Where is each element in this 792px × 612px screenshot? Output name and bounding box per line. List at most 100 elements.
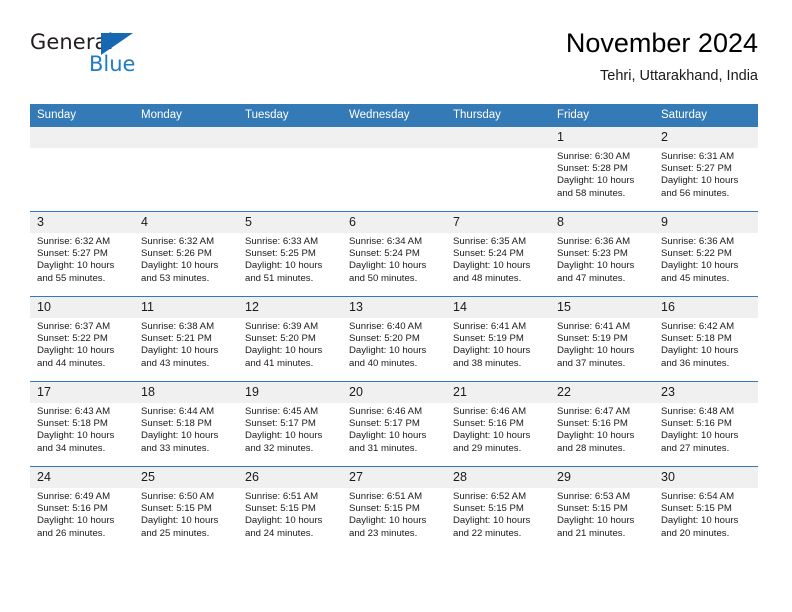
sunrise-text: Sunrise: 6:48 AM bbox=[661, 406, 735, 417]
weekday-header-sunday: Sunday bbox=[30, 104, 134, 127]
day-details: Sunrise: 6:36 AM Sunset: 5:23 PM Daylight:… bbox=[550, 233, 654, 285]
day-details: Sunrise: 6:40 AM Sunset: 5:20 PM Daylight:… bbox=[342, 318, 446, 370]
calendar-day-cell[interactable]: 16 Sunrise: 6:42 AM Sunset: 5:18 PM Dayligh… bbox=[654, 296, 758, 382]
day-number: 13 bbox=[342, 297, 446, 318]
calendar-day-cell[interactable]: 1 Sunrise: 6:30 AM Sunset: 5:28 PM Daylight… bbox=[550, 127, 654, 212]
sunrise-text: Sunrise: 6:41 AM bbox=[453, 321, 527, 332]
calendar-day-cell[interactable]: 21 Sunrise: 6:46 AM Sunset: 5:16 PM Dayligh… bbox=[446, 381, 550, 467]
calendar-day-cell[interactable]: 10 Sunrise: 6:37 AM Sunset: 5:22 PM Dayligh… bbox=[30, 296, 134, 382]
day-details: Sunrise: 6:39 AM Sunset: 5:20 PM Daylight:… bbox=[238, 318, 342, 370]
sunset-text: Sunset: 5:15 PM bbox=[141, 503, 212, 515]
day-number: 20 bbox=[342, 382, 446, 403]
day-details: Sunrise: 6:46 AM Sunset: 5:17 PM Daylight:… bbox=[342, 403, 446, 455]
sunset-text: Sunset: 5:15 PM bbox=[557, 503, 628, 515]
day-number: 6 bbox=[342, 212, 446, 233]
day-number: 15 bbox=[550, 297, 654, 318]
daylight-text: Daylight: 10 hours and 37 minutes. bbox=[557, 345, 635, 369]
day-details: Sunrise: 6:35 AM Sunset: 5:24 PM Daylight:… bbox=[446, 233, 550, 285]
calendar-week-row: 10 Sunrise: 6:37 AM Sunset: 5:22 PM Dayligh… bbox=[30, 296, 758, 382]
sunset-text: Sunset: 5:18 PM bbox=[661, 333, 732, 345]
calendar-day-cell[interactable]: 18 Sunrise: 6:44 AM Sunset: 5:18 PM Dayligh… bbox=[134, 381, 238, 467]
sunrise-text: Sunrise: 6:36 AM bbox=[661, 236, 735, 247]
day-details: Sunrise: 6:36 AM Sunset: 5:22 PM Daylight:… bbox=[654, 233, 758, 285]
day-number: 8 bbox=[550, 212, 654, 233]
day-details: Sunrise: 6:38 AM Sunset: 5:21 PM Daylight:… bbox=[134, 318, 238, 370]
sunrise-text: Sunrise: 6:46 AM bbox=[453, 406, 527, 417]
daylight-text: Daylight: 10 hours and 23 minutes. bbox=[349, 515, 427, 539]
day-number bbox=[30, 127, 134, 148]
day-number: 9 bbox=[654, 212, 758, 233]
calendar-day-cell[interactable]: 8 Sunrise: 6:36 AM Sunset: 5:23 PM Daylight… bbox=[550, 211, 654, 297]
calendar-day-cell[interactable]: 15 Sunrise: 6:41 AM Sunset: 5:19 PM Dayligh… bbox=[550, 296, 654, 382]
daylight-text: Daylight: 10 hours and 24 minutes. bbox=[245, 515, 323, 539]
sunset-text: Sunset: 5:15 PM bbox=[349, 503, 420, 515]
sunrise-text: Sunrise: 6:53 AM bbox=[557, 491, 631, 502]
calendar-day-cell[interactable]: 30 Sunrise: 6:54 AM Sunset: 5:15 PM Dayligh… bbox=[654, 466, 758, 551]
calendar-day-cell[interactable]: 27 Sunrise: 6:51 AM Sunset: 5:15 PM Dayligh… bbox=[342, 466, 446, 551]
sunrise-text: Sunrise: 6:50 AM bbox=[141, 491, 215, 502]
daylight-text: Daylight: 10 hours and 29 minutes. bbox=[453, 430, 531, 454]
day-details: Sunrise: 6:53 AM Sunset: 5:15 PM Daylight:… bbox=[550, 488, 654, 540]
sunset-text: Sunset: 5:23 PM bbox=[557, 248, 628, 260]
sunrise-text: Sunrise: 6:39 AM bbox=[245, 321, 319, 332]
calendar-week-row: 1 Sunrise: 6:30 AM Sunset: 5:28 PM Daylight… bbox=[30, 127, 758, 212]
calendar-body: 1 Sunrise: 6:30 AM Sunset: 5:28 PM Daylight… bbox=[30, 127, 758, 551]
day-details: Sunrise: 6:45 AM Sunset: 5:17 PM Daylight:… bbox=[238, 403, 342, 455]
day-details: Sunrise: 6:32 AM Sunset: 5:27 PM Daylight:… bbox=[30, 233, 134, 285]
calendar-day-cell[interactable]: 20 Sunrise: 6:46 AM Sunset: 5:17 PM Dayligh… bbox=[342, 381, 446, 467]
day-number: 21 bbox=[446, 382, 550, 403]
calendar-day-cell[interactable]: 25 Sunrise: 6:50 AM Sunset: 5:15 PM Dayligh… bbox=[134, 466, 238, 551]
sunrise-text: Sunrise: 6:49 AM bbox=[37, 491, 111, 502]
calendar-header-row: Sunday Monday Tuesday Wednesday Thursday… bbox=[30, 104, 758, 127]
daylight-text: Daylight: 10 hours and 32 minutes. bbox=[245, 430, 323, 454]
day-details: Sunrise: 6:41 AM Sunset: 5:19 PM Daylight:… bbox=[446, 318, 550, 370]
sunset-text: Sunset: 5:24 PM bbox=[453, 248, 524, 260]
calendar-day-cell[interactable]: 2 Sunrise: 6:31 AM Sunset: 5:27 PM Daylight… bbox=[654, 127, 758, 212]
calendar-day-cell[interactable]: 23 Sunrise: 6:48 AM Sunset: 5:16 PM Dayligh… bbox=[654, 381, 758, 467]
sunrise-text: Sunrise: 6:46 AM bbox=[349, 406, 423, 417]
sunset-text: Sunset: 5:16 PM bbox=[661, 418, 732, 430]
calendar-page: General Blue November 2024 Tehri, Uttara… bbox=[0, 0, 792, 612]
calendar-day-cell[interactable]: 13 Sunrise: 6:40 AM Sunset: 5:20 PM Dayligh… bbox=[342, 296, 446, 382]
calendar-day-cell[interactable]: 4 Sunrise: 6:32 AM Sunset: 5:26 PM Daylight… bbox=[134, 211, 238, 297]
day-number: 23 bbox=[654, 382, 758, 403]
calendar-week-row: 3 Sunrise: 6:32 AM Sunset: 5:27 PM Daylight… bbox=[30, 211, 758, 297]
sunrise-text: Sunrise: 6:35 AM bbox=[453, 236, 527, 247]
day-details: Sunrise: 6:31 AM Sunset: 5:27 PM Daylight:… bbox=[654, 148, 758, 200]
sunset-text: Sunset: 5:20 PM bbox=[349, 333, 420, 345]
daylight-text: Daylight: 10 hours and 33 minutes. bbox=[141, 430, 219, 454]
daylight-text: Daylight: 10 hours and 51 minutes. bbox=[245, 260, 323, 284]
calendar-day-cell[interactable]: 19 Sunrise: 6:45 AM Sunset: 5:17 PM Dayligh… bbox=[238, 381, 342, 467]
calendar-day-cell[interactable]: 28 Sunrise: 6:52 AM Sunset: 5:15 PM Dayligh… bbox=[446, 466, 550, 551]
page-title: November 2024 bbox=[565, 28, 758, 58]
calendar-day-cell[interactable]: 7 Sunrise: 6:35 AM Sunset: 5:24 PM Daylight… bbox=[446, 211, 550, 297]
day-details: Sunrise: 6:42 AM Sunset: 5:18 PM Daylight:… bbox=[654, 318, 758, 370]
calendar-day-cell[interactable]: 12 Sunrise: 6:39 AM Sunset: 5:20 PM Dayligh… bbox=[238, 296, 342, 382]
calendar-day-cell[interactable]: 5 Sunrise: 6:33 AM Sunset: 5:25 PM Daylight… bbox=[238, 211, 342, 297]
general-blue-logo[interactable]: General Blue bbox=[30, 30, 140, 82]
calendar-day-cell[interactable]: 24 Sunrise: 6:49 AM Sunset: 5:16 PM Dayligh… bbox=[30, 466, 134, 551]
daylight-text: Daylight: 10 hours and 25 minutes. bbox=[141, 515, 219, 539]
day-number: 19 bbox=[238, 382, 342, 403]
sunset-text: Sunset: 5:17 PM bbox=[245, 418, 316, 430]
calendar-day-cell[interactable]: 22 Sunrise: 6:47 AM Sunset: 5:16 PM Dayligh… bbox=[550, 381, 654, 467]
daylight-text: Daylight: 10 hours and 34 minutes. bbox=[37, 430, 115, 454]
sunrise-text: Sunrise: 6:54 AM bbox=[661, 491, 735, 502]
calendar-day-cell[interactable]: 9 Sunrise: 6:36 AM Sunset: 5:22 PM Daylight… bbox=[654, 211, 758, 297]
calendar-day-cell[interactable]: 29 Sunrise: 6:53 AM Sunset: 5:15 PM Dayligh… bbox=[550, 466, 654, 551]
daylight-text: Daylight: 10 hours and 20 minutes. bbox=[661, 515, 739, 539]
calendar-day-cell[interactable]: 17 Sunrise: 6:43 AM Sunset: 5:18 PM Dayligh… bbox=[30, 381, 134, 467]
calendar-day-cell[interactable]: 6 Sunrise: 6:34 AM Sunset: 5:24 PM Daylight… bbox=[342, 211, 446, 297]
daylight-text: Daylight: 10 hours and 53 minutes. bbox=[141, 260, 219, 284]
sunrise-text: Sunrise: 6:44 AM bbox=[141, 406, 215, 417]
day-number: 17 bbox=[30, 382, 134, 403]
weekday-header-saturday: Saturday bbox=[654, 104, 758, 127]
calendar-table: Sunday Monday Tuesday Wednesday Thursday… bbox=[30, 104, 758, 551]
day-number: 26 bbox=[238, 467, 342, 488]
sunset-text: Sunset: 5:21 PM bbox=[141, 333, 212, 345]
calendar-day-cell[interactable]: 3 Sunrise: 6:32 AM Sunset: 5:27 PM Daylight… bbox=[30, 211, 134, 297]
calendar-day-cell[interactable]: 14 Sunrise: 6:41 AM Sunset: 5:19 PM Dayligh… bbox=[446, 296, 550, 382]
calendar-day-cell[interactable]: 11 Sunrise: 6:38 AM Sunset: 5:21 PM Dayligh… bbox=[134, 296, 238, 382]
sunset-text: Sunset: 5:20 PM bbox=[245, 333, 316, 345]
calendar-day-cell[interactable]: 26 Sunrise: 6:51 AM Sunset: 5:15 PM Dayligh… bbox=[238, 466, 342, 551]
